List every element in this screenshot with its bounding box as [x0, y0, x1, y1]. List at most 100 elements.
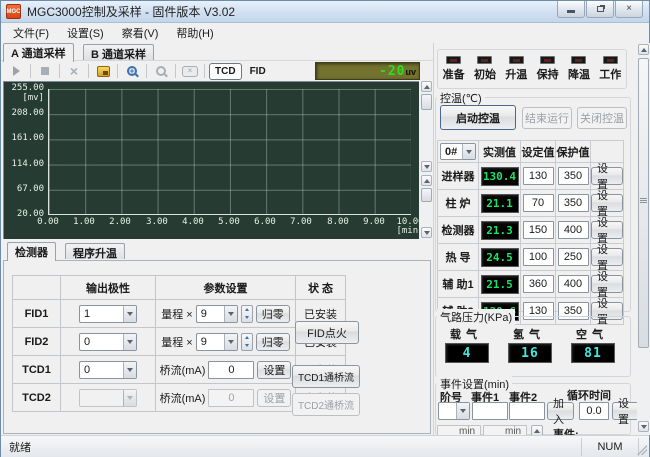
tcd1-bridge-input[interactable]: 0 — [208, 361, 254, 379]
fid2-zero-button[interactable]: 归零 — [256, 333, 290, 351]
oven-set-button[interactable]: 设置 — [591, 194, 623, 212]
scrollbar-thumb[interactable] — [421, 188, 432, 202]
led-icon — [571, 56, 586, 64]
scrollbar-thumb[interactable] — [421, 94, 432, 110]
add-event-button[interactable]: 加入 — [547, 402, 574, 420]
tcd-signal-toggle[interactable]: TCD — [209, 63, 242, 80]
panel-scroll-down[interactable] — [638, 421, 649, 432]
tcd-set-input[interactable]: 100 — [523, 248, 554, 266]
temperature-table: 0# 实测值 设定值 保护值 进样器 130.4 130 350 设置 柱 炉 … — [437, 140, 624, 325]
tab-detector[interactable]: 检测器 — [7, 242, 56, 261]
tcd-protect-input[interactable]: 250 — [558, 248, 589, 266]
zoom-out-button[interactable] — [151, 63, 171, 80]
status-ready-text: 就绪 — [1, 439, 31, 455]
toolbar-separator — [175, 64, 176, 78]
menu-settings[interactable]: 设置(S) — [58, 23, 113, 43]
tab-program-temp[interactable]: 程序升温 — [65, 243, 125, 259]
detector-row-name: FID1 — [25, 308, 49, 320]
tcd1-bridge-current-button[interactable]: TCD1通桥流 — [292, 365, 360, 388]
oven-protect-input[interactable]: 350 — [558, 194, 589, 212]
zone-selector[interactable]: 0# — [440, 143, 476, 160]
scroll-up-button[interactable] — [421, 175, 432, 186]
fid1-polarity-select[interactable]: 1 — [79, 305, 137, 323]
scroll-down-button[interactable] — [421, 227, 432, 238]
fid1-range-stepper[interactable] — [241, 305, 253, 323]
fid2-range-select[interactable]: 9 — [196, 333, 238, 351]
detector-protect-input[interactable]: 400 — [558, 221, 589, 239]
detector-header-status: 状 态 — [296, 276, 346, 300]
tab-channel-b[interactable]: B 通道采样 — [83, 44, 154, 60]
close-button[interactable]: × — [615, 1, 643, 18]
event-list-scroll-up[interactable] — [531, 425, 543, 435]
calibration-button[interactable] — [93, 63, 113, 80]
detector-set-input[interactable]: 150 — [523, 221, 554, 239]
y-axis-unit: [mv] — [6, 94, 44, 104]
stage-select[interactable] — [438, 402, 470, 420]
fid2-polarity-select[interactable]: 0 — [79, 333, 137, 351]
chart-plot-area[interactable] — [48, 89, 411, 215]
fid1-status: 已安装 — [304, 306, 337, 322]
event2-input[interactable] — [509, 402, 545, 420]
signal-unit: uv — [405, 67, 416, 77]
cycle-set-button[interactable]: 设置 — [612, 402, 639, 420]
fid-ignite-button[interactable]: FID点火 — [295, 321, 359, 344]
led-icon — [603, 56, 618, 64]
tcd-set-button[interactable]: 设置 — [591, 248, 623, 266]
injector-set-button[interactable]: 设置 — [591, 167, 623, 185]
fid1-range-select[interactable]: 9 — [196, 305, 238, 323]
detector-header-polarity: 输出极性 — [61, 276, 156, 300]
stop-acquisition-button[interactable] — [35, 63, 55, 80]
x-tick: 3.00 — [140, 218, 174, 228]
close-temp-control-button: 关闭控温 — [577, 107, 627, 129]
selected-value: 9 — [201, 308, 207, 320]
restore-button[interactable] — [586, 1, 614, 18]
aux1-protect-input[interactable]: 400 — [558, 275, 589, 293]
led-icon — [477, 56, 492, 64]
fid-signal-toggle[interactable]: FID — [245, 63, 271, 80]
status-num-indicator: NUM — [581, 438, 639, 456]
toolbar: × + × TCD FID -20 uv — [1, 60, 433, 81]
minimize-button[interactable] — [557, 1, 585, 18]
tcd1-polarity-select[interactable]: 0 — [79, 361, 137, 379]
panel-scroll-up[interactable] — [638, 44, 649, 55]
fid1-zero-button[interactable]: 归零 — [256, 305, 290, 323]
menu-help[interactable]: 帮助(H) — [167, 23, 222, 43]
indicator-label: 准备 — [443, 66, 465, 82]
selected-value: 1 — [84, 308, 90, 320]
chart-scrollbars — [420, 81, 433, 239]
fit-view-button[interactable]: × — [180, 63, 200, 80]
start-acquisition-button[interactable] — [6, 63, 26, 80]
up-arrow-icon — [641, 48, 647, 52]
header-setpoint: 设定值 — [521, 141, 556, 163]
window-title: MGC3000控制及采样 - 固件版本 V3.02 — [27, 3, 235, 20]
injector-set-input[interactable]: 130 — [523, 167, 554, 185]
status-bar: 就绪 NUM — [1, 435, 649, 457]
aux1-set-button[interactable]: 设置 — [591, 275, 623, 293]
chevron-down-icon — [462, 144, 475, 159]
detector-set-button[interactable]: 设置 — [591, 221, 623, 239]
clear-button[interactable]: × — [64, 63, 84, 80]
detector-row-name: TCD1 — [22, 364, 51, 376]
selected-value: 9 — [201, 336, 207, 348]
close-icon: × — [626, 4, 632, 14]
oven-set-input[interactable]: 70 — [523, 194, 554, 212]
resize-grip[interactable] — [637, 445, 647, 455]
cycle-time-input[interactable]: 0.0 — [579, 402, 609, 420]
scroll-up-button[interactable] — [421, 81, 432, 92]
tcd1-set-button[interactable]: 设置 — [257, 361, 291, 379]
injector-protect-input[interactable]: 350 — [558, 167, 589, 185]
x-tick: 2.00 — [103, 218, 137, 228]
event1-input[interactable] — [472, 402, 508, 420]
scroll-down-button[interactable] — [421, 161, 432, 172]
menu-file[interactable]: 文件(F) — [4, 23, 58, 43]
zoom-in-icon: + — [127, 66, 137, 76]
aux1-set-input[interactable]: 360 — [523, 275, 554, 293]
menu-view[interactable]: 察看(V) — [113, 23, 168, 43]
chevron-down-icon — [123, 306, 136, 322]
tab-channel-a[interactable]: A 通道采样 — [3, 43, 74, 62]
detector-row-name: TCD2 — [22, 392, 51, 404]
start-temp-control-button[interactable]: 启动控温 — [440, 105, 516, 130]
fid2-range-stepper[interactable] — [241, 333, 253, 351]
panel-scrollbar-thumb[interactable] — [638, 58, 649, 348]
zoom-in-button[interactable]: + — [122, 63, 142, 80]
